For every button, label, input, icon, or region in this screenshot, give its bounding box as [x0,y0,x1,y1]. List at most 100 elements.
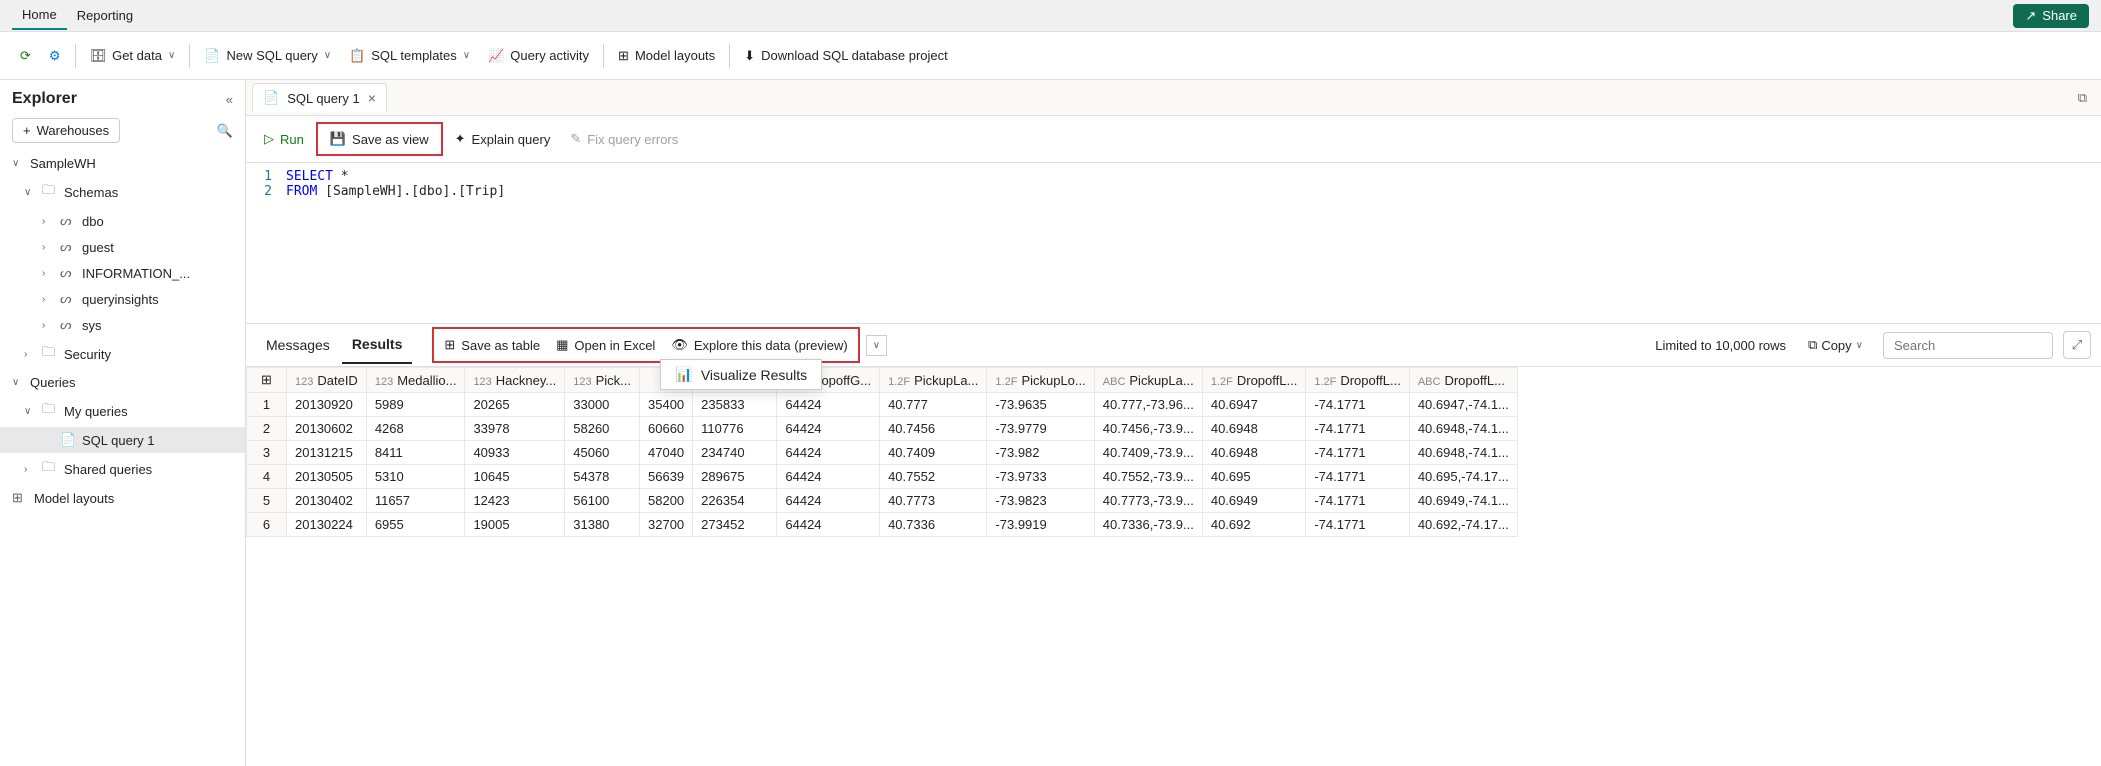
model-layouts-button[interactable]: ⊞ Model layouts [610,42,723,70]
column-header[interactable]: 1.2FDropoffL... [1202,368,1305,393]
tree-samplewh[interactable]: ∨SampleWH [0,151,245,176]
sql-templates-label: SQL templates [371,48,457,63]
column-header[interactable]: ABCPickupLa... [1094,368,1202,393]
table-row[interactable]: 2201306024268339785826060660110776644244… [247,417,1518,441]
table-cell: -73.9733 [987,465,1094,489]
chevron-down-icon: ∨ [324,50,331,61]
table-cell: -74.1771 [1306,513,1409,537]
results-dropdown[interactable]: ∨ [866,335,887,356]
fix-query-button: ✎ Fix query errors [562,126,686,152]
search-explorer-button[interactable]: 🔍 [217,123,233,139]
settings-button[interactable]: ⚙ [41,42,69,70]
tree-my-queries[interactable]: ∨🗀My queries [0,395,245,427]
results-tab[interactable]: Results [342,326,413,364]
table-cell: 20130920 [287,393,367,417]
schema-icon: ᔕ [60,239,76,255]
download-icon: ⬇ [744,48,755,64]
column-header[interactable]: 123Medallio... [366,368,465,393]
tree-information[interactable]: ›ᔕINFORMATION_... [0,260,245,286]
chevron-right-icon: › [42,268,54,279]
messages-tab[interactable]: Messages [256,327,340,363]
chevron-down-icon: ∨ [24,406,36,417]
results-grid[interactable]: ⊞123DateID123Medallio...123Hackney...123… [246,367,2101,766]
explorer-panel: Explorer « + Warehouses 🔍 ∨SampleWH ∨🗀Sc… [0,80,246,766]
explore-data-button[interactable]: 👁 Explore this data (preview) [663,331,855,359]
play-icon: ▷ [264,131,274,147]
table-row[interactable]: 5201304021165712423561005820022635464424… [247,489,1518,513]
share-button[interactable]: ↗ Share [2013,4,2089,28]
column-header[interactable]: 123Pick... [565,368,640,393]
column-header[interactable]: 123Hackney... [465,368,565,393]
collapse-explorer-button[interactable]: « [226,92,233,107]
table-cell: 234740 [693,441,777,465]
column-header[interactable]: 1.2FDropoffL... [1306,368,1409,393]
table-cell: -73.982 [987,441,1094,465]
table-cell: 235833 [693,393,777,417]
excel-icon: ▦ [556,337,568,353]
sql-templates-button[interactable]: 📋 SQL templates ∨ [341,42,478,70]
table-row[interactable]: 6201302246955190053138032700273452644244… [247,513,1518,537]
table-cell: 273452 [693,513,777,537]
table-cell: 58200 [640,489,693,513]
open-excel-label: Open in Excel [574,338,655,353]
column-header[interactable]: 123DateID [287,368,367,393]
column-header[interactable]: 1.2FPickupLa... [880,368,987,393]
fix-icon: ✎ [570,131,581,147]
table-row[interactable]: 1201309205989202653300035400235833644244… [247,393,1518,417]
tree-queries[interactable]: ∨Queries [0,370,245,395]
column-header[interactable]: 1.2FPickupLo... [987,368,1094,393]
save-as-view-button[interactable]: 💾 Save as view [322,126,437,152]
get-data-button[interactable]: 🗄 Get data ∨ [82,42,184,70]
table-row[interactable]: 4201305055310106455437856639289675644244… [247,465,1518,489]
tree-sql-query-1[interactable]: 📄SQL query 1 [0,427,245,453]
tree-guest[interactable]: ›ᔕguest [0,234,245,260]
table-cell: 6955 [366,513,465,537]
save-as-table-button[interactable]: ⊞ Save as table [436,331,548,359]
tree-queryinsights[interactable]: ›ᔕqueryinsights [0,286,245,312]
chart-icon: 📊 [675,366,692,383]
nav-reporting[interactable]: Reporting [67,2,143,29]
visualize-results-popup[interactable]: 📊 Visualize Results [660,359,822,390]
table-cell: 226354 [693,489,777,513]
column-header[interactable]: ABCDropoffL... [1409,368,1517,393]
window-stack-button[interactable]: ⧉ [2078,90,2095,106]
chevron-right-icon: › [24,349,36,360]
query-activity-button[interactable]: 📈 Query activity [480,42,597,70]
new-sql-button[interactable]: 📄 New SQL query ∨ [196,42,339,70]
table-cell: 54378 [565,465,640,489]
open-in-excel-button[interactable]: ▦ Open in Excel [548,331,663,359]
tree-dbo[interactable]: ›ᔕdbo [0,208,245,234]
save-as-view-label: Save as view [352,132,429,147]
tree-label: Queries [30,375,76,390]
tree-security[interactable]: ›🗀Security [0,338,245,370]
table-cell: 40.7409 [880,441,987,465]
tree-shared-queries[interactable]: ›🗀Shared queries [0,453,245,485]
results-search-input[interactable] [1883,332,2053,359]
close-tab-button[interactable]: × [368,90,376,106]
tree-sys[interactable]: ›ᔕsys [0,312,245,338]
content-area: 📄 SQL query 1 × ⧉ ▷ Run 💾 Save as view ✦… [246,80,2101,766]
explain-query-button[interactable]: ✦ Explain query [447,126,559,152]
refresh-button[interactable]: ⟳ [12,42,39,70]
table-cell: 19005 [465,513,565,537]
table-cell: 40933 [465,441,565,465]
download-db-button[interactable]: ⬇ Download SQL database project [736,42,956,70]
table-cell: 33000 [565,393,640,417]
table-row[interactable]: 3201312158411409334506047040234740644244… [247,441,1518,465]
run-button[interactable]: ▷ Run [256,126,312,152]
expand-results-button[interactable]: ⤢ [2063,331,2091,359]
table-cell: 40.6948 [1202,441,1305,465]
table-cell: 1 [247,393,287,417]
visualize-label: Visualize Results [701,367,807,383]
query-activity-label: Query activity [510,48,589,63]
schema-icon: ᔕ [60,213,76,229]
sql-editor[interactable]: 1SELECT * 2FROM [SampleWH].[dbo].[Trip] [246,163,2101,323]
table-cell: -74.1771 [1306,441,1409,465]
copy-button[interactable]: ⧉ Copy ∨ [1798,332,1873,358]
tab-sql-query-1[interactable]: 📄 SQL query 1 × [252,83,387,112]
nav-home[interactable]: Home [12,1,67,30]
warehouses-button[interactable]: + Warehouses [12,118,120,143]
tree-schemas[interactable]: ∨🗀Schemas [0,176,245,208]
tree-model-layouts[interactable]: ⊞Model layouts [0,485,245,511]
new-sql-label: New SQL query [226,48,317,63]
